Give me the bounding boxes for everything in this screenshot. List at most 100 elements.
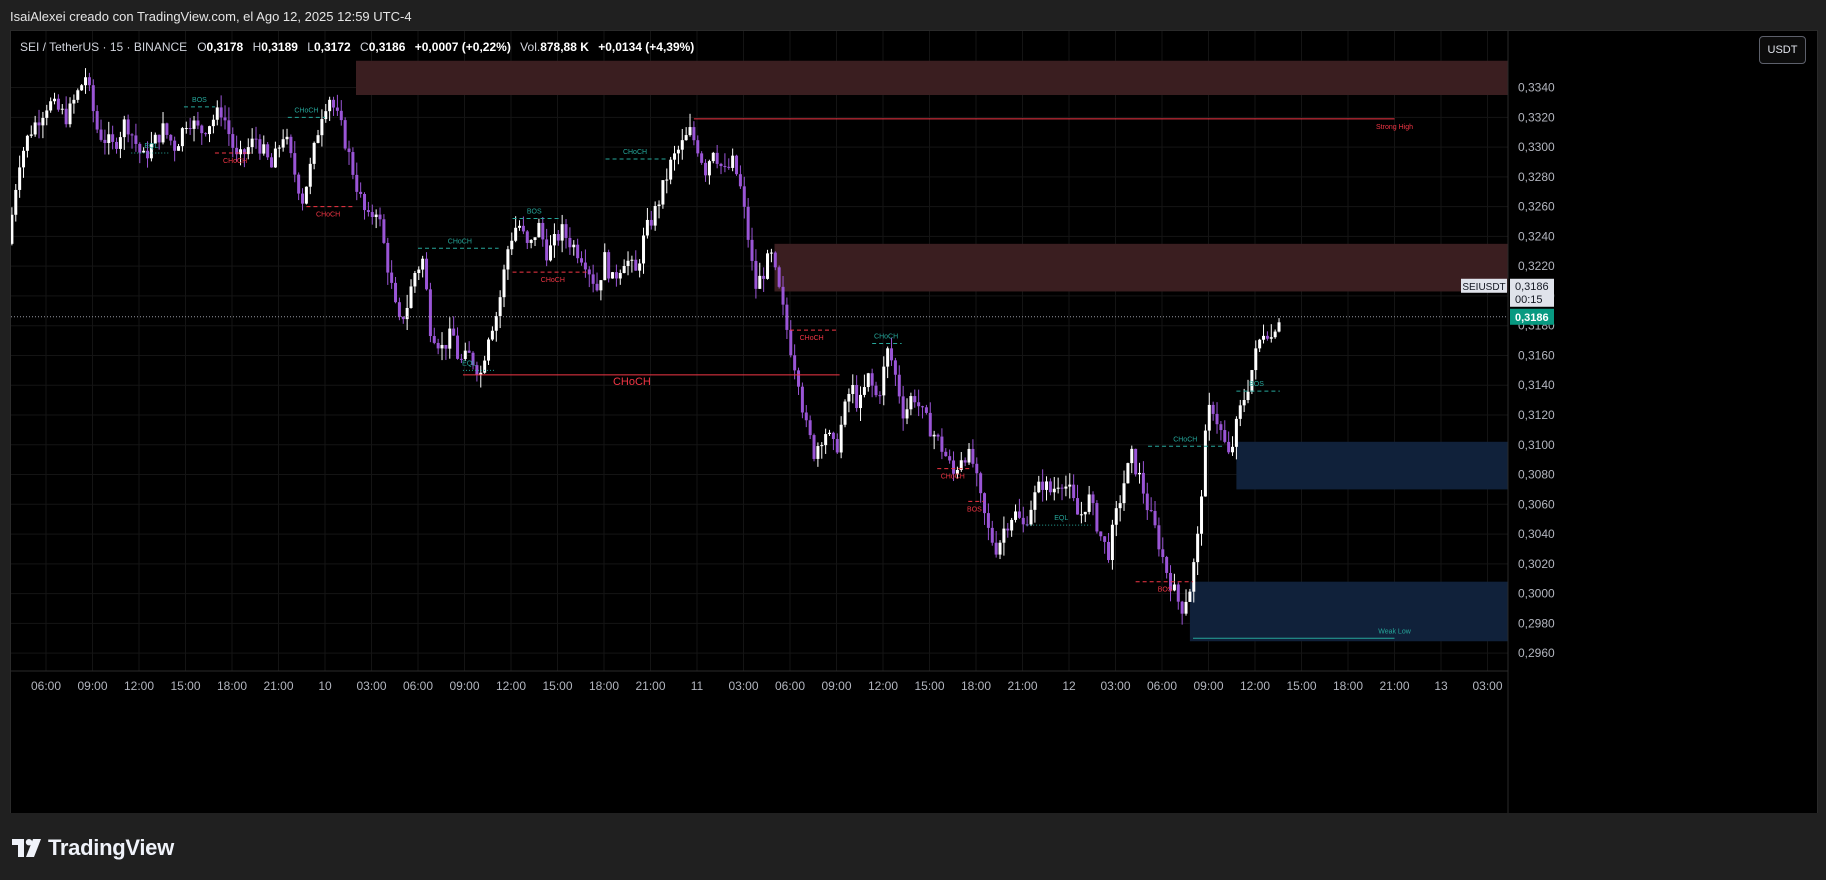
candle-body <box>529 239 533 243</box>
candle-body <box>793 355 797 371</box>
structure-label: EQL <box>144 143 158 150</box>
candle-body <box>169 134 173 141</box>
candle-body <box>196 120 200 126</box>
candle-body <box>463 350 467 359</box>
candle-body <box>1188 591 1192 602</box>
chart-header: IsaiAlexei creado con TradingView.com, e… <box>0 0 1826 30</box>
candle-body <box>1149 510 1153 512</box>
time-tick-label: 03:00 <box>356 679 386 693</box>
candle-body <box>541 222 545 240</box>
candle-body <box>560 224 564 241</box>
candle-body <box>591 274 595 284</box>
price-tick-label: 0,3220 <box>1518 259 1555 273</box>
candle-body <box>1130 448 1134 464</box>
price-tick-label: 0,3280 <box>1518 170 1555 184</box>
candle-body <box>301 193 305 204</box>
candle-body <box>684 135 688 141</box>
currency-button[interactable]: USDT <box>1759 36 1806 64</box>
candle-body <box>211 119 215 127</box>
structure-label: BOS <box>967 506 982 513</box>
candle-body <box>545 239 549 261</box>
candle-body <box>549 245 553 261</box>
candle-body <box>742 186 746 207</box>
candle-body <box>738 174 742 187</box>
structure-label: CHoCH <box>448 238 472 245</box>
structure-label: BOS <box>1158 587 1173 594</box>
candle-body <box>335 107 339 111</box>
structure-label: EQL <box>1054 515 1068 522</box>
footer: TradingView <box>0 813 1826 880</box>
candle-body <box>448 328 452 349</box>
candle-body <box>56 98 60 110</box>
time-tick-label: 12:00 <box>496 679 526 693</box>
time-tick-label: 03:00 <box>728 679 758 693</box>
candle-body <box>320 119 324 136</box>
candle-body <box>277 147 281 149</box>
candle-body <box>769 252 773 254</box>
candle-body <box>363 194 367 211</box>
candle-body <box>618 272 622 279</box>
candle-body <box>1103 536 1107 542</box>
chart-area[interactable]: BOS EQL CHoCH CHoCH CHoCH CHoCH BOS CHoCH CHoCH E… <box>10 30 1818 815</box>
time-tick-label: 21:00 <box>635 679 665 693</box>
structure-label: CHoCH <box>800 335 824 342</box>
candle-body <box>514 227 518 241</box>
time-tick-label: 09:00 <box>821 679 851 693</box>
time-tick-label: 18:00 <box>1333 679 1363 693</box>
candle-body <box>107 134 111 144</box>
candle-body <box>576 244 580 259</box>
candle-body <box>901 396 905 419</box>
candle-body <box>963 460 967 463</box>
candle-body <box>614 272 618 279</box>
tradingview-logo[interactable]: TradingView <box>12 835 174 861</box>
candle-body <box>1211 404 1215 414</box>
time-tick-label: 12:00 <box>1240 679 1270 693</box>
volume-label: Vol. <box>520 40 541 54</box>
candle-body <box>998 542 1002 555</box>
candle-body <box>1087 494 1091 512</box>
candle-body <box>1180 601 1184 614</box>
candle-body <box>215 107 219 120</box>
candle-body <box>851 384 855 394</box>
candle-body <box>84 77 88 86</box>
price-chart[interactable]: BOS EQL CHoCH CHoCH CHoCH CHoCH BOS CHoCH CHoCH E… <box>11 31 1817 814</box>
tradingview-wordmark: TradingView <box>48 835 174 860</box>
time-tick-label: 06:00 <box>1147 679 1177 693</box>
time-tick-label: 15:00 <box>170 679 200 693</box>
candle-body <box>219 107 223 118</box>
candle-body <box>630 259 634 261</box>
structure-label: BOS <box>192 97 207 104</box>
candle-body <box>324 111 328 120</box>
candle-body <box>762 275 766 279</box>
candle-body <box>587 269 591 275</box>
candle-body <box>204 133 208 135</box>
candle-body <box>746 206 750 240</box>
candle-body <box>444 344 448 349</box>
candle-body <box>29 134 33 136</box>
candle-body <box>246 147 250 155</box>
candle-body <box>1254 348 1258 371</box>
candle-body <box>258 139 262 154</box>
close-label: C <box>360 40 369 54</box>
candle-body <box>882 366 886 396</box>
candle-body <box>490 330 494 340</box>
candle-body <box>498 297 502 317</box>
candle-body <box>208 126 212 135</box>
candle-body <box>913 396 917 403</box>
candle-body <box>1126 463 1130 484</box>
candle-body <box>785 304 789 330</box>
structure-label: CHoCH <box>541 277 565 284</box>
candle-body <box>1068 484 1072 487</box>
candle-body <box>928 412 932 437</box>
symbol-title[interactable]: SEI / TetherUS · 15 · BINANCE <box>20 40 187 54</box>
candle-body <box>986 513 990 528</box>
candle-body <box>1242 400 1246 406</box>
candle-body <box>828 432 832 435</box>
price-tick-label: 0,3320 <box>1518 110 1555 124</box>
candle-body <box>971 448 975 464</box>
candle-body <box>192 120 196 129</box>
candle-body <box>1010 519 1014 531</box>
candle-body <box>421 258 425 270</box>
candle-body <box>866 373 870 388</box>
candle-body <box>45 110 49 118</box>
